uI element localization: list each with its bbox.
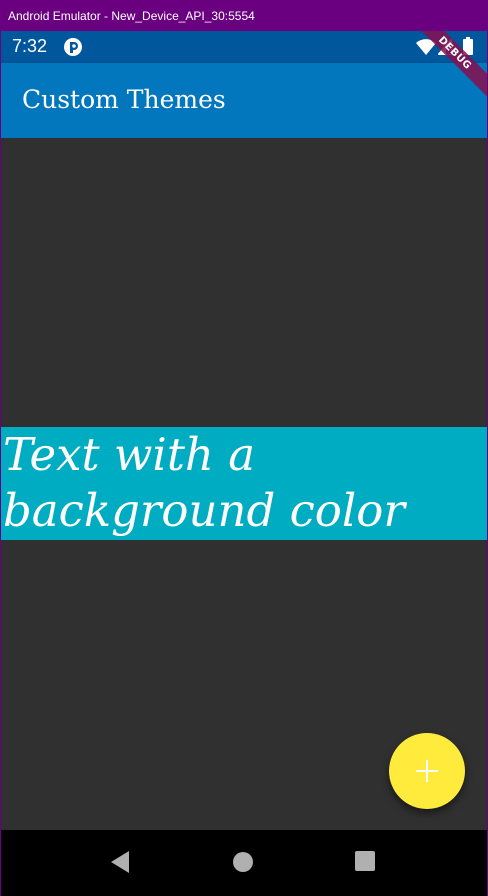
battery-icon (463, 37, 473, 55)
emulator-window-title: Android Emulator - New_Device_API_30:555… (0, 0, 488, 31)
wifi-icon (416, 39, 436, 55)
background-color-text: Text with a background color (1, 427, 487, 540)
add-fab-button[interactable] (389, 733, 465, 809)
main-content: Text with a background color (1, 138, 487, 830)
app-notification-icon (64, 38, 82, 56)
back-icon[interactable] (109, 850, 131, 874)
status-bar: 7:32 (1, 31, 487, 63)
recents-icon[interactable] (355, 851, 375, 871)
app-title: Custom Themes (22, 85, 226, 114)
signal-icon (438, 39, 452, 55)
android-nav-bar (1, 830, 487, 896)
app-bar: Custom Themes (1, 63, 487, 138)
home-icon[interactable] (232, 851, 254, 873)
plus-icon (416, 760, 438, 782)
device-screen: 7:32 Custom Themes Text with a backgroun… (1, 31, 487, 896)
window-title-text: Android Emulator - New_Device_API_30:555… (8, 8, 255, 23)
status-time: 7:32 (12, 36, 48, 56)
